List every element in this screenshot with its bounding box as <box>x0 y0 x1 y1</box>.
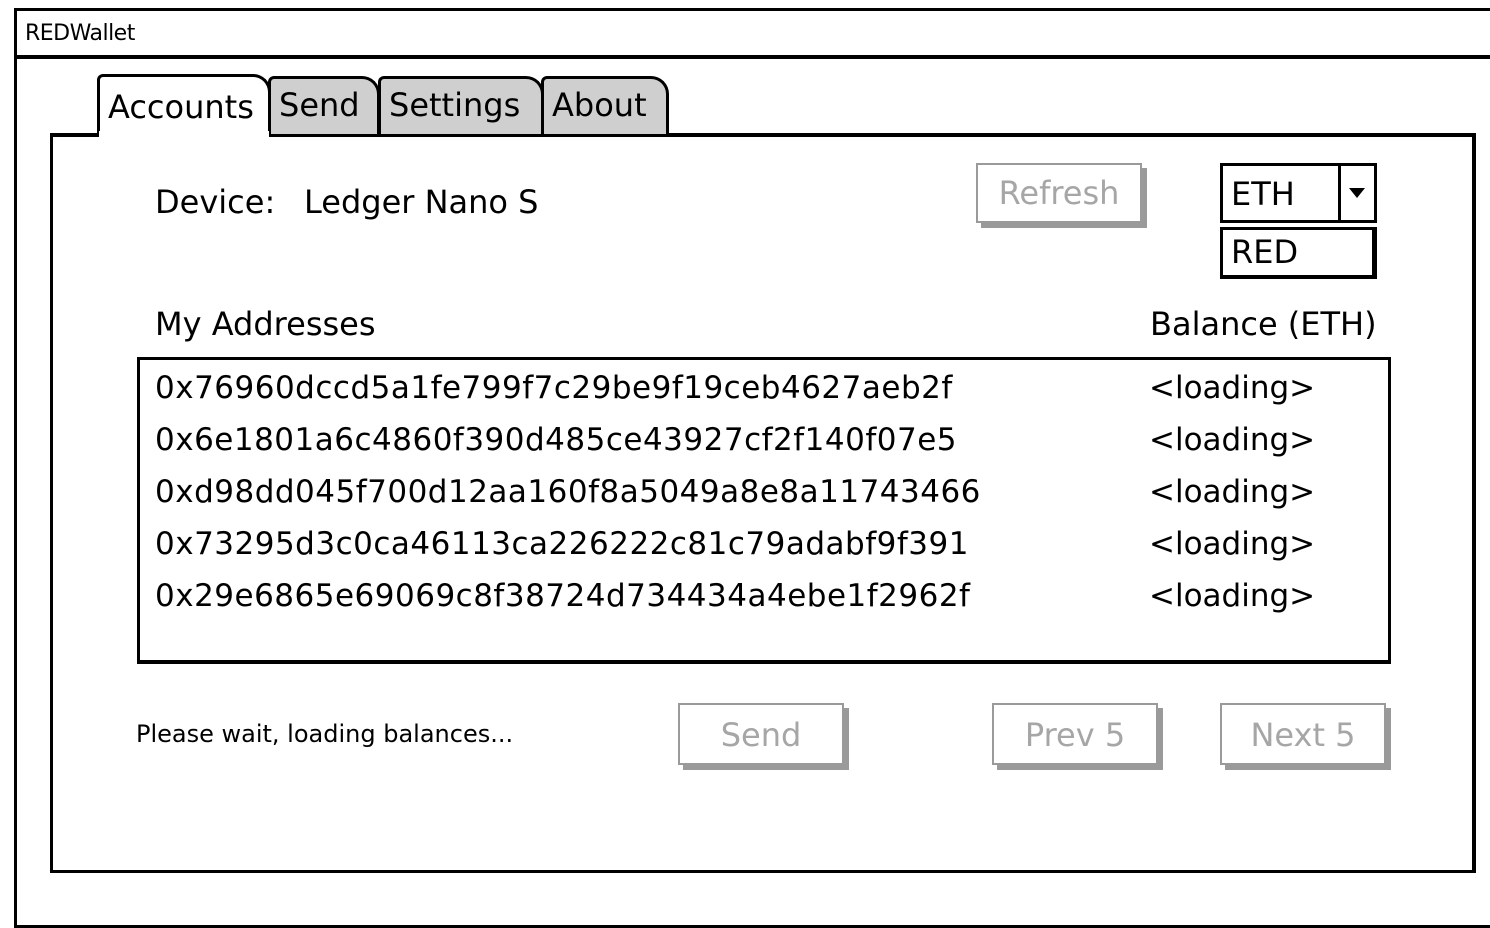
device-label: Device: <box>155 183 276 221</box>
next-page-button-label: Next 5 <box>1250 716 1356 754</box>
tab-accounts-label: Accounts <box>108 88 254 126</box>
address-list[interactable]: 0x76960dccd5a1fe799f7c29be9f19ceb4627aeb… <box>137 357 1391 664</box>
status-message: Please wait, loading balances... <box>136 720 514 748</box>
currency-options-list: RED <box>1220 227 1377 279</box>
address-text: 0x73295d3c0ca46113ca226222c81c79adabf9f3… <box>155 526 969 562</box>
active-tab-join <box>99 131 269 137</box>
next-page-button[interactable]: Next 5 <box>1220 703 1386 765</box>
title-bar: REDWallet <box>17 11 1490 59</box>
tab-about-label: About <box>552 86 647 124</box>
balance-text: <loading> <box>1149 474 1316 510</box>
list-item[interactable]: 0x29e6865e69069c8f38724d734434a4ebe1f296… <box>155 572 1375 624</box>
currency-dropdown-button[interactable] <box>1338 166 1374 220</box>
refresh-button-label: Refresh <box>998 174 1120 212</box>
list-item[interactable]: 0x6e1801a6c4860f390d485ce43927cf2f140f07… <box>155 416 1375 468</box>
device-name: Ledger Nano S <box>304 183 539 221</box>
list-item[interactable]: 0xd98dd045f700d12aa160f8a5049a8e8a117434… <box>155 468 1375 520</box>
balance-text: <loading> <box>1149 422 1316 458</box>
tab-settings-label: Settings <box>389 86 521 124</box>
chevron-down-icon <box>1349 188 1365 198</box>
prev-page-button-label: Prev 5 <box>1024 716 1126 754</box>
list-item[interactable]: 0x76960dccd5a1fe799f7c29be9f19ceb4627aeb… <box>155 364 1375 416</box>
prev-page-button[interactable]: Prev 5 <box>992 703 1158 765</box>
balance-text: <loading> <box>1149 526 1316 562</box>
refresh-button[interactable]: Refresh <box>976 163 1142 223</box>
address-text: 0x29e6865e69069c8f38724d734434a4ebe1f296… <box>155 578 971 614</box>
tab-send[interactable]: Send <box>268 76 380 134</box>
list-item[interactable]: 0x73295d3c0ca46113ca226222c81c79adabf9f3… <box>155 520 1375 572</box>
currency-selected-value: ETH <box>1231 175 1295 213</box>
currency-select[interactable]: ETH <box>1220 163 1377 223</box>
tab-accounts[interactable]: Accounts <box>97 74 271 136</box>
address-text: 0x6e1801a6c4860f390d485ce43927cf2f140f07… <box>155 422 957 458</box>
address-text: 0x76960dccd5a1fe799f7c29be9f19ceb4627aeb… <box>155 370 953 406</box>
send-button[interactable]: Send <box>678 703 844 765</box>
addresses-heading: My Addresses <box>155 305 376 343</box>
balance-text: <loading> <box>1149 578 1316 614</box>
tab-about[interactable]: About <box>541 76 669 134</box>
window-title: REDWallet <box>25 21 135 46</box>
tab-send-label: Send <box>279 86 360 124</box>
balance-heading: Balance (ETH) <box>1150 305 1377 343</box>
address-text: 0xd98dd045f700d12aa160f8a5049a8e8a117434… <box>155 474 981 510</box>
send-button-label: Send <box>720 716 802 754</box>
currency-option-red[interactable]: RED <box>1231 233 1298 271</box>
tab-settings[interactable]: Settings <box>378 76 544 134</box>
balance-text: <loading> <box>1149 370 1316 406</box>
